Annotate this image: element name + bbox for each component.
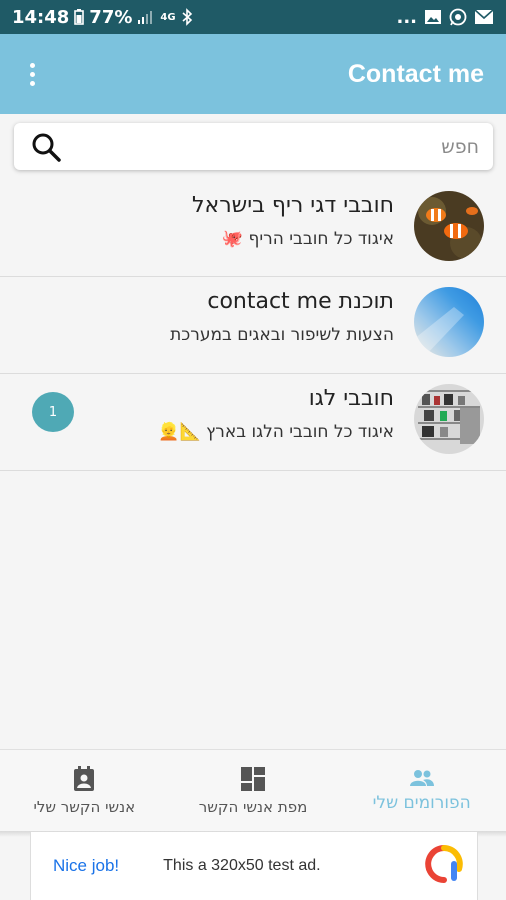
dashboard-icon <box>240 766 266 792</box>
search-input[interactable] <box>62 135 479 158</box>
list-item-reef-forum[interactable]: חובבי דגי ריף בישראל איגוד כל חובבי הריף… <box>0 181 506 277</box>
more-notifications: ... <box>396 6 417 28</box>
forum-title: חובבי דגי ריף בישראל <box>192 193 394 218</box>
nav-contacts-map[interactable]: מפת אנשי הקשר <box>169 750 338 831</box>
overflow-menu-icon[interactable] <box>22 62 42 86</box>
app-title: Contact me <box>347 59 484 88</box>
network-type: 4G <box>160 11 176 23</box>
ad-text: This a 320x50 test ad. <box>163 857 321 874</box>
octopus-emoji-icon: 🐙 <box>221 229 244 249</box>
app-bar: Contact me <box>0 34 506 114</box>
contact-card-icon <box>72 765 96 792</box>
signal-icon <box>137 9 155 25</box>
ad-logo-icon <box>425 844 463 888</box>
status-bar: 14:48 77% 4G ... <box>0 0 506 34</box>
whatsapp-icon <box>449 8 467 26</box>
forum-subtitle: איגוד כל חובבי הריף 🐙 <box>221 229 394 249</box>
bluetooth-icon <box>181 8 193 26</box>
clock: 14:48 <box>12 6 70 28</box>
gallery-icon <box>424 9 442 25</box>
forum-title: חובבי לגו <box>308 386 394 411</box>
nav-label: הפורומים שלי <box>372 792 471 813</box>
nav-my-forums[interactable]: הפורומים שלי <box>337 750 506 831</box>
nav-label: מפת אנשי הקשר <box>198 797 308 816</box>
list-item-lego-forum[interactable]: חובבי לגו איגוד כל חובבי הלגו בארץ 📐👱 1 <box>0 374 506 471</box>
forum-subtitle: הצעות לשיפור ובאגים במערכת <box>170 325 394 345</box>
avatar <box>414 191 484 261</box>
forum-subtitle: איגוד כל חובבי הלגו בארץ 📐👱 <box>158 422 394 442</box>
search-bar[interactable] <box>14 123 493 170</box>
people-icon <box>409 769 435 787</box>
forum-list: חובבי דגי ריף בישראל איגוד כל חובבי הריף… <box>0 181 506 471</box>
ruler-person-emoji-icon: 📐👱 <box>158 422 201 442</box>
unread-badge: 1 <box>32 392 74 432</box>
ad-headline: Nice job! <box>53 856 120 875</box>
battery-percent: 77% <box>89 6 133 28</box>
bottom-nav: אנשי הקשר שלי מפת אנשי הקשר הפורומים שלי <box>0 749 506 831</box>
nav-my-contacts[interactable]: אנשי הקשר שלי <box>0 750 169 831</box>
battery-icon <box>74 9 85 25</box>
avatar <box>414 384 484 454</box>
list-item-contactme-forum[interactable]: תוכנת contact me הצעות לשיפור ובאגים במע… <box>0 277 506 374</box>
forum-title: תוכנת contact me <box>207 289 394 314</box>
avatar <box>414 287 484 357</box>
ad-banner[interactable]: Nice job! This a 320x50 test ad. <box>30 832 478 900</box>
nav-label: אנשי הקשר שלי <box>33 797 136 816</box>
search-icon[interactable] <box>30 131 62 163</box>
mail-icon <box>474 9 494 25</box>
